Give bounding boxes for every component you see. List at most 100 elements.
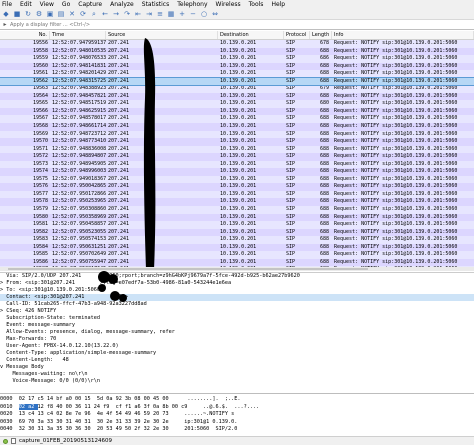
packet-row[interactable]: 19584 12:52:07.950631251 207.241 10.139.0.2… [0, 243, 474, 252]
detail-line[interactable]: Voice-Message: 0/0 (0/0)\r\n [0, 378, 474, 385]
packet-row[interactable]: 19560 12:52:07.948141831 207.241 10.139.0.2… [0, 62, 474, 71]
packet-row[interactable]: 19568 12:52:07.948661714 207.241 10.139.0.2… [0, 123, 474, 131]
column-header-time[interactable]: Time [50, 31, 106, 39]
detail-line[interactable]: Via: SIP/2.0/UDP 207.241 5060;rport;bran… [0, 273, 474, 280]
detail-line[interactable]: v Message Body [0, 364, 474, 371]
menu-file[interactable]: File [2, 1, 12, 8]
packet-row[interactable]: 19565 12:52:07.948517519 207.241 10.139.0.2… [0, 100, 474, 108]
stop-icon[interactable]: ■ [13, 10, 21, 18]
detail-line[interactable]: Allow-Events: presence, dialog, message-… [0, 329, 474, 336]
hex-line[interactable]: 0020 13 c4 13 c4 02 8e 7e 96 4e 4f 54 49… [0, 411, 474, 419]
zoom-reset-icon[interactable]: ○ [200, 10, 208, 18]
packet-row[interactable]: 19580 12:52:07.950358969 207.241 10.139.0.2… [0, 213, 474, 222]
horizontal-scrollbar[interactable] [0, 267, 474, 271]
packet-row[interactable]: 19569 12:52:07.948723712 207.241 10.139.0.2… [0, 130, 474, 139]
forward-icon[interactable]: → [112, 10, 120, 18]
cell-info: Request: NOTIFY sip:301@10.139.0.201:506… [334, 145, 458, 152]
detail-line[interactable]: User-Agent: FPBX-14.0.12.10(13.22.0) [0, 343, 474, 350]
column-header-source[interactable]: Source [106, 31, 218, 39]
packet-row[interactable]: 19567 12:52:07.948578017 207.241 10.139.0.2… [0, 115, 474, 124]
column-header-destination[interactable]: Destination [218, 31, 284, 39]
menu-view[interactable]: View [40, 1, 54, 8]
packet-row[interactable]: 19577 12:52:07.950172866 207.241 10.139.0.2… [0, 190, 474, 199]
column-header-no[interactable]: No. [0, 31, 50, 39]
packet-row[interactable]: 19558 12:52:07.948010535 207.241 10.139.0.2… [0, 47, 474, 56]
menu-telephony[interactable]: Telephony [177, 1, 207, 8]
bookmark-icon[interactable]: ▸ [0, 21, 10, 28]
menu-statistics[interactable]: Statistics [142, 1, 169, 8]
display-filter-input[interactable] [10, 21, 310, 28]
packet-row[interactable]: 19583 12:52:07.950574153 207.241 10.139.0.2… [0, 236, 474, 244]
menu-edit[interactable]: Edit [20, 1, 32, 8]
packet-bytes-pane[interactable]: 0000 02 17 c5 14 bf a0 00 15 5d 0a 92 3b… [0, 393, 474, 435]
packet-row[interactable]: 19566 12:52:07.948625915 207.241 10.139.0.2… [0, 107, 474, 116]
detail-line[interactable]: Messages-waiting: no\r\n [0, 371, 474, 378]
first-icon[interactable]: ⇤ [134, 10, 142, 18]
packet-row[interactable]: 19573 12:52:07.948945905 207.241 10.139.0.2… [0, 160, 474, 169]
packet-row[interactable]: 19571 12:52:07.948836008 207.241 10.139.0.2… [0, 145, 474, 154]
packet-row[interactable]: 19585 12:52:07.950702649 207.241 10.139.0.2… [0, 251, 474, 259]
packet-row[interactable]: 19561 12:52:07.948201429 207.241 10.139.0.2… [0, 70, 474, 78]
packet-row[interactable]: 19574 12:52:07.948996003 207.241 10.139.0.2… [0, 168, 474, 176]
packet-details-pane[interactable]: Via: SIP/2.0/UDP 207.241 5060;rport;bran… [0, 272, 474, 392]
packet-row[interactable]: 19578 12:52:07.950253965 207.241 10.139.0.2… [0, 198, 474, 207]
packet-row[interactable]: 19570 12:52:07.948773410 207.241 10.139.0.2… [0, 138, 474, 146]
menu-analyze[interactable]: Analyze [110, 1, 134, 8]
menu-go[interactable]: Go [62, 1, 70, 8]
menu-wireless[interactable]: Wireless [216, 1, 241, 8]
packet-row[interactable]: 19562 12:52:07.948315725 207.241 10.139.0.2… [0, 76, 474, 87]
last-icon[interactable]: ⇥ [145, 10, 153, 18]
hex-line[interactable]: 0030 69 70 3a 33 30 31 40 31 30 2e 31 33… [0, 419, 474, 427]
cell-no: 19584 [32, 243, 48, 250]
hex-line[interactable]: 0000 02 17 c5 14 bf a0 00 15 5d 0a 92 3b… [0, 396, 474, 404]
detail-line[interactable]: Content-Type: application/simple-message… [0, 350, 474, 357]
packet-row[interactable]: 19581 12:52:07.950458857 207.241 10.139.0.2… [0, 221, 474, 229]
detail-line[interactable]: > To: <sip:301@10.139.0.201:5060> [0, 287, 474, 294]
packet-row[interactable]: 19556 12:52:07.947959137 207.241 10.139.0.2… [0, 40, 474, 48]
restart-icon[interactable]: ↻ [24, 10, 32, 18]
packet-row[interactable]: 19576 12:52:07.950042865 207.241 10.139.0.2… [0, 183, 474, 191]
save-icon[interactable]: ▤ [57, 10, 65, 18]
packet-row[interactable]: 19564 12:52:07.948457821 207.241 10.139.0.2… [0, 92, 474, 101]
packet-row[interactable]: 19575 12:52:07.949018367 207.241 10.139.0.2… [0, 175, 474, 184]
back-icon[interactable]: ← [101, 10, 109, 18]
detail-line[interactable]: > CSeq: 426 NOTIFY [0, 308, 474, 315]
packet-row[interactable]: 19582 12:52:07.950523055 207.241 10.139.0.2… [0, 228, 474, 237]
open-icon[interactable]: ▣ [46, 10, 54, 18]
find-icon[interactable]: ⌕ [90, 10, 98, 18]
jump-icon[interactable]: ↷ [123, 10, 131, 18]
autoscroll-icon[interactable]: ≡ [156, 10, 164, 18]
detail-line[interactable]: > From: <sip:301@207.241 >;tag=e07edf7a-… [0, 280, 474, 287]
expert-info-icon[interactable] [3, 438, 8, 444]
detail-line[interactable]: Contact: <sip:301@207.241 :5060> [0, 294, 474, 301]
cell-info: Request: NOTIFY sip:301@10.139.0.201:506… [334, 228, 458, 235]
zoom-in-icon[interactable]: + [178, 10, 186, 18]
close-file-icon[interactable]: ✕ [68, 10, 76, 18]
packet-row[interactable]: 19572 12:52:07.948894807 207.241 10.139.0.2… [0, 153, 474, 161]
packet-row[interactable]: 19579 12:52:07.950308860 207.241 10.139.0.2… [0, 206, 474, 214]
column-header-length[interactable]: Length [310, 31, 332, 39]
hex-line[interactable]: 0040 32 30 31 3a 35 30 36 30 20 53 49 50… [0, 426, 474, 434]
packet-list[interactable]: No. Time Source Destination Protocol Len… [0, 31, 474, 267]
column-header-info[interactable]: Info [332, 31, 474, 39]
colorize-icon[interactable]: ▦ [167, 10, 175, 18]
menu-tools[interactable]: Tools [249, 1, 264, 8]
menu-help[interactable]: Help [271, 1, 285, 8]
detail-line[interactable]: Content-Length: 48 [0, 357, 474, 364]
shark-fin-icon[interactable]: ◆ [2, 10, 10, 18]
detail-line[interactable]: Subscription-State: terminated [0, 315, 474, 322]
detail-line[interactable]: Event: message-summary [0, 322, 474, 329]
settings-icon[interactable]: ⚙ [35, 10, 43, 18]
menu-capture[interactable]: Capture [78, 1, 102, 8]
resize-columns-icon[interactable]: ⇔ [211, 10, 219, 18]
scrollbar-thumb[interactable] [8, 268, 368, 270]
packet-row[interactable]: 19586 12:52:07.950755947 207.241 10.139.0.2… [0, 258, 474, 267]
packet-row[interactable]: 19559 12:52:07.948076533 207.241 10.139.0.2… [0, 55, 474, 63]
zoom-out-icon[interactable]: − [189, 10, 197, 18]
hex-line[interactable]: 0010 02 a2 12 f8 40 00 36 11 24 f9 cf f1… [0, 403, 474, 412]
reload-icon[interactable]: ⟳ [79, 10, 87, 18]
detail-line[interactable]: Max-Forwards: 70 [0, 336, 474, 343]
packet-row[interactable]: 19563 12:52:07.948388923 207.241 10.139.0.2… [0, 85, 474, 93]
detail-line[interactable]: Call-ID: 51cab265-ffcf-47b3-a948-92a3227… [0, 301, 474, 308]
column-header-protocol[interactable]: Protocol [284, 31, 310, 39]
